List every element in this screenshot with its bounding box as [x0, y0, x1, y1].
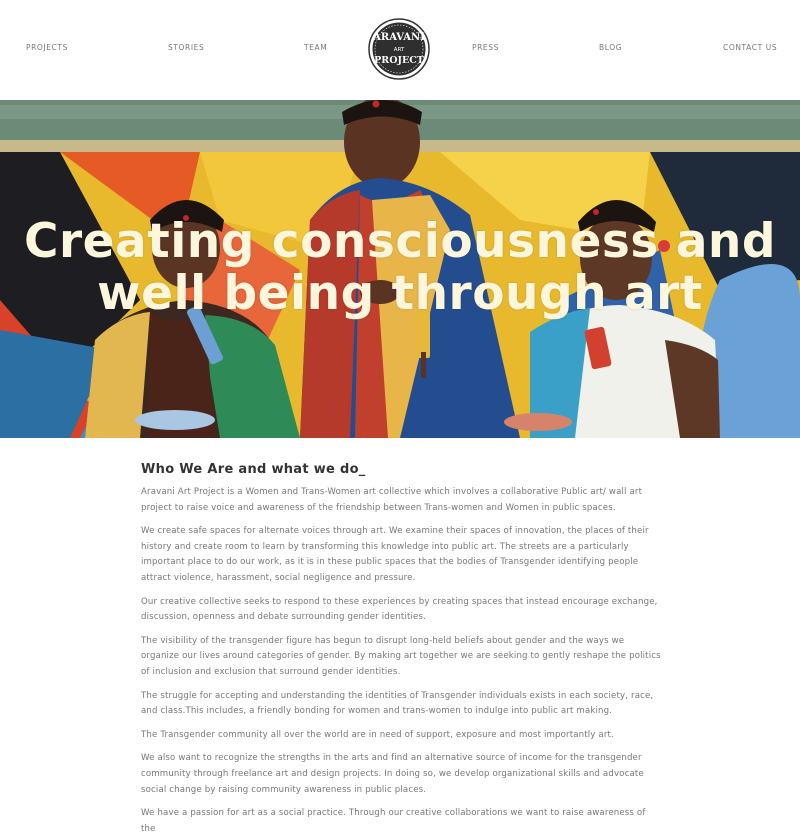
hero-title-line1: Creating consciousness and: [23, 214, 777, 269]
nav-blog[interactable]: BLOG: [599, 43, 622, 52]
about-paragraph: The Transgender community all over the w…: [141, 729, 614, 740]
nav-press[interactable]: PRESS: [472, 43, 499, 52]
nav-team[interactable]: TEAM: [304, 43, 327, 52]
nav-stories[interactable]: STORIES: [168, 43, 204, 52]
about-section: Who We Are and what we do_ Aravani Art P…: [141, 438, 661, 837]
aravani-logo[interactable]: ARAVANI ART PROJECT: [368, 18, 430, 80]
about-paragraph: We also want to recognize the strengths …: [141, 753, 644, 795]
about-paragraph: Aravani Art Project is a Women and Trans…: [141, 487, 643, 513]
hero-title-line2: well being through art: [97, 266, 703, 321]
top-navigation: PROJECTS STORIES TEAM ARAVANI ART PROJEC…: [0, 0, 800, 100]
about-paragraph: The visibility of the transgender figure…: [141, 635, 661, 677]
hero-banner: Creating consciousness and well being th…: [0, 100, 800, 438]
nav-projects[interactable]: PROJECTS: [26, 43, 68, 52]
about-paragraph: The struggle for accepting and understan…: [141, 690, 654, 717]
logo-line2: ART: [394, 47, 405, 53]
logo-line1: ARAVANI: [372, 32, 425, 43]
about-paragraph: We create safe spaces for alternate voic…: [141, 526, 649, 583]
logo-line3: PROJECT: [374, 55, 424, 66]
about-paragraph: Our creative collective seeks to respond…: [141, 596, 658, 623]
about-paragraph: We have a passion for art as a social pr…: [141, 808, 646, 834]
nav-contact[interactable]: CONTACT US: [723, 43, 777, 52]
about-heading: Who We Are and what we do_: [141, 462, 366, 477]
hero-title: Creating consciousness and well being th…: [0, 216, 800, 320]
